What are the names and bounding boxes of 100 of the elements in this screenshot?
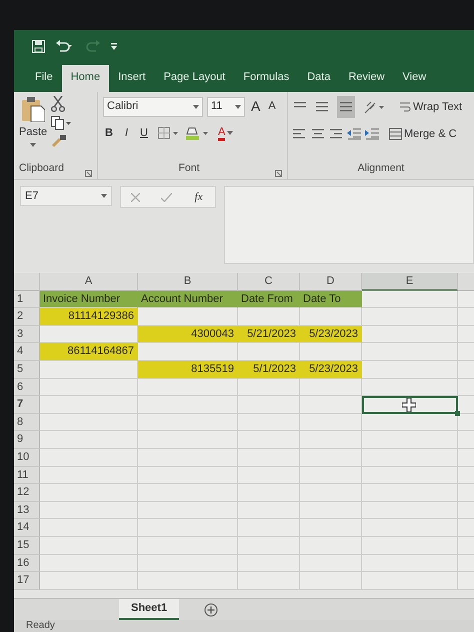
- cut-icon[interactable]: [51, 96, 66, 112]
- grid-cell[interactable]: [300, 572, 362, 590]
- insert-function-button[interactable]: fx: [192, 188, 205, 206]
- grid-cell[interactable]: [138, 554, 238, 572]
- save-icon[interactable]: [32, 40, 45, 52]
- grid-cell[interactable]: [238, 466, 300, 484]
- cell-text[interactable]: 4300043: [138, 326, 238, 344]
- grid-cell[interactable]: [40, 360, 138, 379]
- grid-cell[interactable]: [362, 448, 458, 467]
- grid-cell[interactable]: [362, 290, 458, 308]
- grid-cell[interactable]: [138, 572, 238, 590]
- row-header[interactable]: 9: [14, 431, 40, 449]
- formula-input[interactable]: [224, 186, 474, 264]
- grid-cell[interactable]: [458, 326, 474, 344]
- ribbon-tab[interactable]: Home: [62, 64, 110, 92]
- grid-cell[interactable]: [238, 519, 300, 537]
- grid-cell[interactable]: [138, 448, 238, 467]
- grid-cell[interactable]: [458, 414, 474, 432]
- column-header[interactable]: B: [138, 273, 238, 291]
- grid-cell[interactable]: [138, 414, 238, 432]
- cell-text[interactable]: 5/21/2023: [238, 326, 300, 344]
- grid-cell[interactable]: [300, 448, 362, 467]
- grid-cell[interactable]: [40, 554, 138, 572]
- dropdown-caret-icon[interactable]: [235, 104, 241, 108]
- grid-cell[interactable]: [458, 554, 474, 572]
- font-name-field[interactable]: Calibri: [103, 96, 203, 116]
- fill-color-icon[interactable]: [186, 126, 208, 140]
- name-box[interactable]: E7: [20, 186, 112, 206]
- middle-align-icon[interactable]: [315, 101, 329, 113]
- grid-cell[interactable]: [138, 431, 238, 449]
- ribbon-tab[interactable]: Insert: [109, 64, 155, 92]
- grid-cell[interactable]: [40, 572, 138, 590]
- grid-cell[interactable]: [362, 414, 458, 432]
- select-all-corner[interactable]: [14, 273, 40, 291]
- grid-cell[interactable]: [40, 326, 138, 344]
- align-right-icon[interactable]: [329, 128, 343, 140]
- grid-cell[interactable]: [300, 484, 362, 502]
- grid-cell[interactable]: [362, 396, 458, 414]
- grid-cell[interactable]: [238, 378, 300, 396]
- dropdown-caret-icon[interactable]: [193, 104, 199, 108]
- column-header[interactable]: A: [40, 273, 138, 291]
- copy-icon[interactable]: [51, 116, 72, 130]
- row-header[interactable]: 12: [14, 484, 40, 502]
- column-header[interactable]: [458, 273, 474, 291]
- grid-cell[interactable]: [238, 554, 300, 572]
- dialog-launcher-icon[interactable]: [274, 170, 282, 177]
- row-header[interactable]: 7: [14, 396, 40, 414]
- grid-cell[interactable]: [40, 502, 138, 520]
- grid-cell[interactable]: [238, 536, 300, 554]
- ribbon-tab[interactable]: File: [26, 64, 62, 92]
- grid-cell[interactable]: [362, 554, 458, 572]
- grid-cell[interactable]: [300, 343, 362, 361]
- bold-button[interactable]: B: [103, 125, 115, 142]
- column-header[interactable]: C: [238, 273, 300, 291]
- ribbon-tab[interactable]: Review: [339, 64, 394, 92]
- row-header[interactable]: 8: [14, 414, 40, 432]
- grid-cell[interactable]: [458, 360, 474, 379]
- row-header[interactable]: 10: [14, 448, 40, 467]
- bottom-align-icon[interactable]: [339, 101, 353, 113]
- grid-cell[interactable]: [138, 396, 238, 414]
- column-header[interactable]: E: [362, 273, 458, 291]
- ribbon-tab[interactable]: Page Layout: [154, 64, 234, 92]
- grid-cell[interactable]: [238, 414, 300, 432]
- cell-text[interactable]: 5/23/2023: [300, 326, 362, 344]
- grid-cell[interactable]: [238, 502, 300, 520]
- row-header[interactable]: 15: [14, 536, 40, 554]
- grid-cell[interactable]: [138, 484, 238, 502]
- cancel-icon[interactable]: [131, 192, 140, 202]
- grid-cell[interactable]: [238, 343, 300, 361]
- cell-text[interactable]: Invoice Number: [40, 290, 138, 308]
- grid-cell[interactable]: [362, 308, 458, 326]
- grid-cell[interactable]: [300, 502, 362, 520]
- italic-button[interactable]: I: [122, 125, 130, 142]
- grid-cell[interactable]: [362, 536, 458, 554]
- enter-icon[interactable]: [161, 192, 172, 202]
- grid-cell[interactable]: [300, 378, 362, 396]
- shrink-font-button[interactable]: A: [266, 98, 278, 115]
- grid-cell[interactable]: [40, 448, 138, 467]
- ribbon-tab[interactable]: Data: [298, 64, 340, 92]
- bottom-align-button[interactable]: [337, 96, 355, 118]
- row-header[interactable]: 3: [14, 326, 40, 344]
- grid-cell[interactable]: [238, 308, 300, 326]
- dropdown-caret-icon[interactable]: [227, 131, 234, 136]
- grid-cell[interactable]: [238, 484, 300, 502]
- cell-text[interactable]: Date To: [300, 290, 362, 308]
- cell-text[interactable]: Account Number: [138, 290, 238, 308]
- font-size-field[interactable]: 11: [207, 96, 245, 116]
- decrease-indent-icon[interactable]: [347, 128, 361, 140]
- grid-cell[interactable]: [362, 326, 458, 344]
- grid-cell[interactable]: [40, 466, 138, 484]
- wrap-text-button[interactable]: Wrap Text: [397, 98, 464, 116]
- row-header[interactable]: 13: [14, 502, 40, 520]
- grow-font-button[interactable]: A: [249, 96, 262, 117]
- grid-cell[interactable]: [138, 519, 238, 537]
- grid-cell[interactable]: [40, 431, 138, 449]
- grid-cell[interactable]: [138, 378, 238, 396]
- grid-cell[interactable]: [458, 378, 474, 396]
- grid-cell[interactable]: [138, 536, 238, 554]
- grid-cell[interactable]: [238, 448, 300, 467]
- row-header[interactable]: 6: [14, 378, 40, 396]
